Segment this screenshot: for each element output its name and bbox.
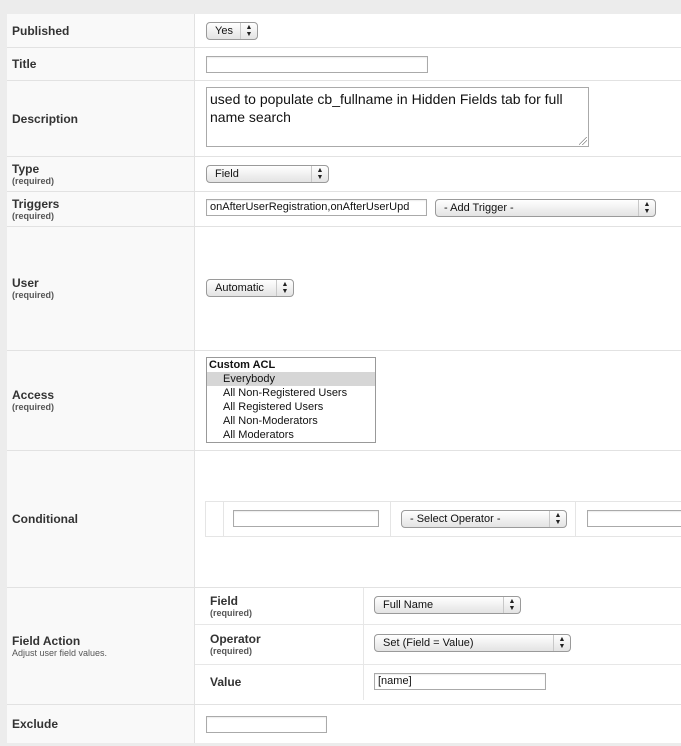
- resize-grip-icon[interactable]: [579, 137, 587, 145]
- field-action-field-value: Full Name: [383, 599, 434, 611]
- description-label: Description: [12, 111, 79, 126]
- field-action-field-required: (required): [210, 607, 253, 618]
- add-trigger-select[interactable]: - Add Trigger - ▲ ▼: [435, 199, 656, 217]
- field-action-value-row: Value [name]: [195, 664, 681, 700]
- field-action-operator-value: Set (Field = Value): [383, 637, 474, 649]
- condition-field-input[interactable]: [233, 510, 379, 527]
- condition-row: - Select Operator - ▲ ▼: [205, 501, 681, 537]
- condition-operator-value: - Select Operator -: [410, 513, 501, 525]
- access-option[interactable]: All Moderators: [207, 428, 375, 442]
- title-row: Title: [7, 48, 681, 81]
- user-row: User (required) Automatic ▲ ▼: [7, 227, 681, 351]
- field-action-field-select[interactable]: Full Name ▲ ▼: [374, 596, 521, 614]
- access-row: Access (required) Custom ACL Everybody A…: [7, 351, 681, 451]
- chevron-updown-icon: ▲ ▼: [638, 200, 655, 216]
- field-action-field-label: Field: [210, 593, 239, 608]
- access-group-label: Custom ACL: [209, 359, 276, 371]
- triggers-input[interactable]: onAfterUserRegistration,onAfterUserUpd: [206, 199, 427, 216]
- type-required: (required): [12, 175, 55, 186]
- triggers-required: (required): [12, 210, 55, 221]
- add-trigger-value: - Add Trigger -: [444, 202, 514, 214]
- description-row: Description used to populate cb_fullname…: [7, 81, 681, 157]
- type-label: Type: [12, 161, 40, 176]
- access-option[interactable]: All Registered Users: [207, 400, 375, 414]
- published-label: Published: [12, 23, 70, 38]
- user-value: Automatic: [215, 282, 264, 294]
- field-action-operator-required: (required): [210, 645, 253, 656]
- condition-value-input[interactable]: [587, 510, 681, 527]
- user-required: (required): [12, 290, 55, 300]
- chevron-updown-icon: ▲ ▼: [553, 635, 570, 651]
- conditional-label: Conditional: [12, 512, 78, 526]
- field-action-row: Field Action Adjust user field values. F…: [7, 588, 681, 705]
- published-select[interactable]: Yes ▲ ▼: [206, 22, 258, 40]
- field-action-value-label: Value: [210, 675, 242, 689]
- chevron-updown-icon: ▲ ▼: [311, 166, 328, 182]
- field-action-value-input[interactable]: [name]: [374, 673, 546, 690]
- title-input[interactable]: [206, 56, 428, 73]
- description-text: used to populate cb_fullname in Hidden F…: [210, 91, 563, 125]
- access-label: Access: [12, 388, 55, 402]
- field-action-operator-row: Operator (required) Set (Field = Value) …: [195, 624, 681, 665]
- user-label: User: [12, 276, 39, 290]
- settings-form: Published Yes ▲ ▼ Title Description used …: [7, 14, 681, 743]
- description-textarea[interactable]: used to populate cb_fullname in Hidden F…: [206, 87, 589, 147]
- access-option[interactable]: Everybody: [207, 372, 375, 386]
- published-value: Yes: [215, 25, 233, 37]
- exclude-label: Exclude: [12, 717, 59, 731]
- chevron-updown-icon: ▲ ▼: [503, 597, 520, 613]
- exclude-row: Exclude: [7, 705, 681, 743]
- type-value: Field: [215, 168, 239, 180]
- field-action-operator-label: Operator: [210, 631, 261, 646]
- chevron-updown-icon: ▲ ▼: [549, 511, 566, 527]
- field-action-operator-select[interactable]: Set (Field = Value) ▲ ▼: [374, 634, 571, 652]
- access-option[interactable]: All Non-Moderators: [207, 414, 375, 428]
- title-label: Title: [12, 57, 37, 71]
- exclude-input[interactable]: [206, 716, 327, 733]
- chevron-updown-icon: ▲ ▼: [276, 280, 293, 296]
- field-action-field-row: Field (required) Full Name ▲ ▼: [195, 588, 681, 625]
- triggers-row: Triggers (required) onAfterUserRegistrat…: [7, 192, 681, 227]
- type-row: Type (required) Field ▲ ▼: [7, 157, 681, 192]
- condition-operator-select[interactable]: - Select Operator - ▲ ▼: [401, 510, 567, 528]
- type-select[interactable]: Field ▲ ▼: [206, 165, 329, 183]
- triggers-label: Triggers: [12, 196, 60, 211]
- user-select[interactable]: Automatic ▲ ▼: [206, 279, 294, 297]
- access-option[interactable]: All Non-Registered Users: [207, 386, 375, 400]
- field-action-hint: Adjust user field values.: [12, 647, 108, 658]
- published-row: Published Yes ▲ ▼: [7, 14, 681, 48]
- chevron-updown-icon: ▲ ▼: [240, 23, 257, 39]
- access-listbox[interactable]: Custom ACL Everybody All Non-Registered …: [206, 357, 376, 443]
- field-action-label: Field Action: [12, 633, 81, 648]
- conditional-row: Conditional - Select Operator - ▲ ▼: [7, 451, 681, 588]
- access-required: (required): [12, 402, 55, 412]
